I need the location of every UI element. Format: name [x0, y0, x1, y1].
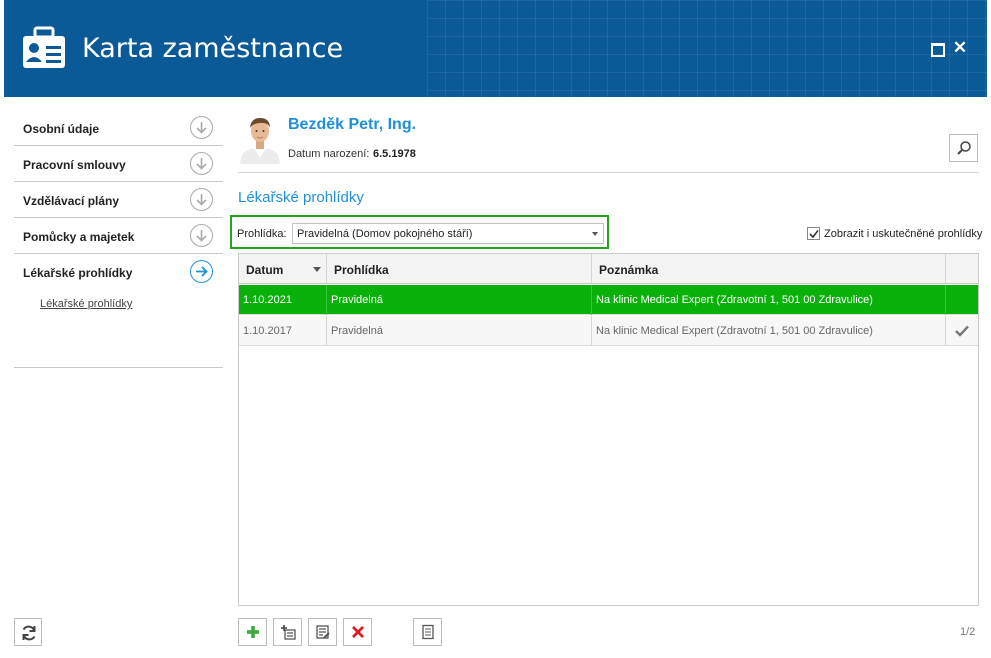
- arrow-right-circle-icon: [190, 260, 213, 283]
- id-card-icon: [21, 26, 67, 70]
- delete-icon: [352, 626, 364, 638]
- avatar: [240, 112, 280, 164]
- cell-type: Pravidelná: [327, 316, 592, 346]
- cell-note: Na klinic Medical Expert (Zdravotní 1, 5…: [592, 285, 946, 315]
- cell-status: [946, 316, 978, 346]
- cell-status: [946, 285, 978, 315]
- column-label: Datum: [246, 263, 284, 277]
- arrow-down-circle-icon: [190, 224, 213, 247]
- examinations-table: Datum Prohlídka Poznámka 1.10.2021 Pravi…: [238, 253, 979, 606]
- table-header: Datum Prohlídka Poznámka: [239, 254, 978, 284]
- sidebar-item-lekarske-prohlidky[interactable]: Lékařské prohlídky: [14, 254, 223, 290]
- search-button[interactable]: [949, 134, 978, 162]
- document-icon: [422, 624, 434, 640]
- dob-value: 6.5.1978: [373, 148, 416, 160]
- show-done-label: Zobrazit i uskutečněné prohlídky: [824, 228, 983, 240]
- header-pattern: [427, 0, 987, 97]
- edit-button[interactable]: [308, 618, 337, 646]
- sidebar-item-label: Pomůcky a majetek: [23, 230, 135, 244]
- sidebar-item-pracovni-smlouvy[interactable]: Pracovní smlouvy: [14, 146, 223, 182]
- arrow-down-circle-icon: [190, 188, 213, 211]
- sidebar: Osobní údaje Pracovní smlouvy Vzdělávací…: [14, 110, 223, 368]
- column-header-poznamka[interactable]: Poznámka: [592, 254, 946, 284]
- show-done-checkbox[interactable]: [807, 227, 820, 240]
- divider: [238, 172, 979, 173]
- sidebar-item-pomucky-a-majetek[interactable]: Pomůcky a majetek: [14, 218, 223, 254]
- add-icon: [247, 626, 259, 638]
- document-button[interactable]: [413, 618, 442, 646]
- title-bar: Karta zaměstnance ✕: [4, 0, 987, 97]
- cell-note: Na klinic Medical Expert (Zdravotní 1, 5…: [592, 316, 946, 346]
- sidebar-item-label: Pracovní smlouvy: [23, 158, 126, 172]
- window-title: Karta zaměstnance: [82, 33, 344, 64]
- section-title: Lékařské prohlídky: [238, 189, 364, 206]
- table-row[interactable]: 1.10.2017 Pravidelná Na klinic Medical E…: [239, 316, 978, 346]
- column-header-prohlidka[interactable]: Prohlídka: [327, 254, 592, 284]
- checkmark-icon: [955, 325, 969, 337]
- sidebar-item-label: Osobní údaje: [23, 122, 100, 136]
- column-header-status: [946, 254, 978, 284]
- add-from-list-button[interactable]: [273, 618, 302, 646]
- refresh-icon: [22, 625, 36, 641]
- filter-label: Prohlídka:: [237, 228, 287, 240]
- add-button[interactable]: [238, 618, 267, 646]
- maximize-icon[interactable]: [928, 40, 945, 57]
- sidebar-item-vzdelavaci-plany[interactable]: Vzdělávací plány: [14, 182, 223, 218]
- select-value: Pravidelná (Domov pokojného stáří): [297, 228, 473, 240]
- column-label: Poznámka: [599, 263, 659, 277]
- cell-date: 1.10.2017: [239, 316, 327, 346]
- sidebar-item-osobni-udaje[interactable]: Osobní údaje: [14, 110, 223, 146]
- close-icon[interactable]: ✕: [952, 39, 968, 56]
- arrow-down-circle-icon: [190, 152, 213, 175]
- sidebar-subsection: Lékařské prohlídky: [14, 290, 223, 368]
- sort-desc-icon: [313, 267, 321, 272]
- cell-type: Pravidelná: [327, 285, 592, 315]
- person-name: Bezděk Petr, Ing.: [288, 116, 417, 133]
- add-list-icon: [281, 625, 296, 640]
- sidebar-item-label: Lékařské prohlídky: [23, 266, 133, 280]
- dob-label: Datum narození:: [288, 148, 370, 160]
- sidebar-sublink-lekarske-prohlidky[interactable]: Lékařské prohlídky: [40, 298, 132, 310]
- edit-icon: [316, 625, 330, 639]
- pager: 1/2: [960, 626, 976, 638]
- sidebar-item-label: Vzdělávací plány: [23, 194, 120, 208]
- arrow-down-circle-icon: [190, 116, 213, 139]
- cell-date: 1.10.2021: [239, 285, 327, 315]
- delete-button[interactable]: [343, 618, 372, 646]
- checkmark-icon: [809, 230, 819, 239]
- column-label: Prohlídka: [334, 263, 389, 277]
- chevron-down-icon: [592, 232, 598, 236]
- examination-type-select[interactable]: Pravidelná (Domov pokojného stáří): [292, 223, 604, 244]
- search-icon: [957, 141, 971, 155]
- column-header-datum[interactable]: Datum: [239, 254, 327, 284]
- table-row[interactable]: 1.10.2021 Pravidelná Na klinic Medical E…: [239, 285, 978, 315]
- refresh-button[interactable]: [14, 618, 42, 646]
